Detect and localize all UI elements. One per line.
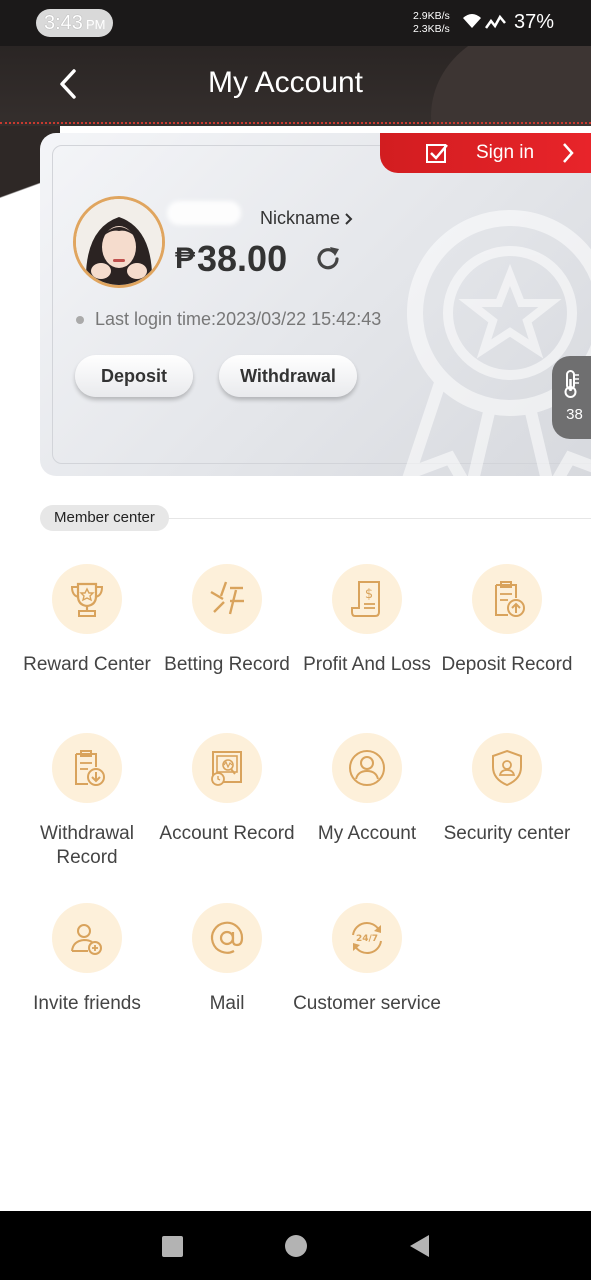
grid-item-label: Mail (209, 993, 245, 1014)
thermometer-icon (564, 370, 579, 398)
side-tab-value: 38 (566, 406, 583, 423)
network-speed-up: 2.9KB/s (413, 10, 450, 22)
grid-item-label: Account Record (159, 823, 295, 844)
home-button[interactable] (285, 1235, 307, 1257)
network-speed-down: 2.3KB/s (413, 23, 450, 35)
at-icon (210, 921, 244, 954)
clipboard-download-icon (75, 750, 105, 786)
grid-item-label: Customer service (293, 993, 441, 1014)
trophy-icon (70, 582, 104, 617)
page-title: My Account (207, 66, 364, 99)
header: My Account (0, 46, 591, 126)
header-divider (0, 122, 591, 124)
receipt-icon: $ (351, 581, 380, 617)
shield-user-icon (492, 749, 522, 787)
clock-ampm: PM (85, 17, 106, 32)
svg-text:$: $ (365, 587, 373, 602)
clipboard-upload-icon (495, 581, 525, 617)
signal-icon (485, 14, 506, 29)
currency-symbol: ₱ (175, 242, 196, 275)
grid-item-label: My Account (317, 823, 417, 844)
grid-item-label: Profit And Loss (303, 654, 431, 675)
monitor-clock-icon (211, 751, 242, 786)
sign-in-button[interactable]: Sign in (380, 133, 591, 173)
clock: 3:43 PM (36, 9, 114, 37)
system-nav-bar (0, 1211, 591, 1280)
betting-icon (210, 581, 244, 615)
status-dot (76, 316, 84, 324)
status-bar: 3:43 PM 2.9KB/s 2.3KB/s 37% (0, 0, 591, 46)
last-login-time: Last login time:2023/03/22 15:42:43 (95, 309, 382, 329)
user-add-icon (71, 924, 102, 955)
deposit-button[interactable]: Deposit (75, 355, 193, 397)
wifi-icon (463, 14, 481, 28)
checkbox-icon (426, 144, 448, 163)
chevron-right-icon (563, 143, 574, 163)
username-redacted (167, 201, 241, 225)
avatar[interactable] (73, 196, 165, 288)
battery-level: 37% (514, 11, 555, 33)
chevron-right-icon (345, 212, 353, 225)
nickname-link[interactable]: Nickname (260, 208, 353, 229)
avatar-image (76, 199, 162, 285)
grid-item-label: Deposit Record (441, 654, 573, 675)
sign-in-label: Sign in (476, 142, 535, 163)
grid-item-label: Withdrawal Record (40, 823, 134, 868)
user-circle-icon (349, 750, 385, 786)
grid-item-label: Reward Center (23, 654, 151, 675)
refresh-icon[interactable] (312, 243, 344, 275)
balance-amount: 38.00 (197, 238, 288, 279)
nickname-label: Nickname (260, 208, 341, 228)
recents-button[interactable] (162, 1236, 183, 1257)
side-floating-tab[interactable]: 38 (552, 356, 591, 439)
account-card: Sign in Nickname ₱ 38.00 Last login time… (40, 133, 591, 476)
svg-text:24/7: 24/7 (356, 934, 378, 944)
back-triangle-icon[interactable] (408, 1234, 430, 1258)
balance: ₱ 38.00 (175, 238, 287, 280)
grid-item-label: Security center (443, 823, 571, 844)
withdrawal-button[interactable]: Withdrawal (219, 355, 357, 397)
grid-item-label: Invite friends (33, 993, 141, 1014)
section-title: Member center (40, 505, 169, 531)
clock-time: 3:43 (44, 12, 83, 34)
grid-item-label: Betting Record (164, 654, 290, 675)
support-24-7-icon: 24/7 (352, 921, 382, 955)
network-speed: 2.9KB/s 2.3KB/s (413, 10, 450, 36)
